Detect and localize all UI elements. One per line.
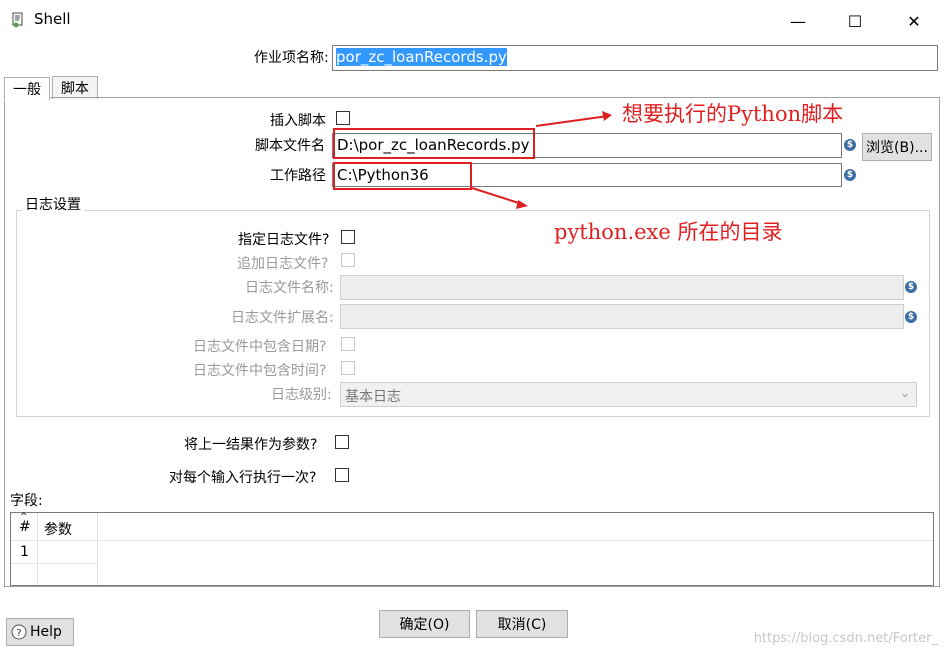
- specify-log-file-label: 指定日志文件?: [238, 232, 330, 248]
- log-settings-title: 日志设置: [22, 194, 84, 214]
- cancel-button[interactable]: 取消(C): [476, 610, 568, 638]
- log-file-ext-input[interactable]: [340, 304, 904, 329]
- chevron-down-icon: ⌄: [899, 386, 910, 400]
- table-row-number: 1: [20, 544, 29, 560]
- minimize-button[interactable]: —: [775, 8, 821, 34]
- tab-script-label: 脚本: [61, 81, 89, 97]
- row-divider: [11, 563, 97, 564]
- prev-result-as-args-checkbox[interactable]: [335, 435, 349, 449]
- exec-each-row-checkbox[interactable]: [335, 468, 349, 482]
- minimize-icon: —: [790, 11, 806, 31]
- include-date-label: 日志文件中包含日期?: [193, 339, 327, 355]
- cancel-button-label: 取消(C): [497, 617, 547, 633]
- fields-label: 字段:: [10, 493, 43, 509]
- script-file-highlight: [333, 128, 535, 159]
- tab-script[interactable]: 脚本: [52, 76, 98, 99]
- close-button[interactable]: ✕: [891, 8, 937, 34]
- log-level-label: 日志级别:: [271, 387, 332, 403]
- include-time-label: 日志文件中包含时间?: [193, 363, 327, 379]
- work-dir-label: 工作路径: [270, 168, 326, 184]
- job-name-value: por_zc_loanRecords.py: [336, 48, 507, 66]
- column-header-param[interactable]: 参数: [44, 519, 72, 539]
- job-name-label: 作业项名称:: [254, 50, 329, 66]
- watermark: https://blog.csdn.net/Forter_: [753, 631, 938, 646]
- log-level-select[interactable]: 基本日志 ⌄: [340, 382, 917, 407]
- append-log-file-checkbox[interactable]: [341, 253, 355, 267]
- dollar-variable-icon[interactable]: $: [905, 311, 917, 323]
- exec-each-row-label: 对每个输入行执行一次?: [169, 470, 317, 486]
- ok-button[interactable]: 确定(O): [379, 610, 470, 638]
- maximize-icon: ☐: [847, 11, 863, 31]
- dollar-variable-icon[interactable]: $: [844, 139, 856, 151]
- header-divider: [11, 540, 933, 541]
- maximize-button[interactable]: ☐: [832, 8, 878, 34]
- browse-button[interactable]: 浏览(B)...: [862, 133, 932, 161]
- dollar-variable-icon[interactable]: $: [844, 169, 856, 181]
- close-icon: ✕: [907, 11, 921, 31]
- work-dir-highlight: [333, 162, 472, 190]
- ok-button-label: 确定(O): [399, 617, 450, 633]
- prev-result-as-args-label: 将上一结果作为参数?: [184, 437, 318, 453]
- log-file-ext-label: 日志文件扩展名:: [231, 310, 334, 326]
- sort-up-icon: ^: [20, 512, 28, 522]
- job-name-input[interactable]: por_zc_loanRecords.py: [332, 45, 938, 71]
- tab-general[interactable]: 一般: [4, 77, 50, 101]
- help-button[interactable]: ? Help: [6, 618, 74, 646]
- title-bar: Shell — ☐ ✕: [0, 0, 950, 40]
- dollar-variable-icon[interactable]: $: [905, 281, 917, 293]
- help-button-label: Help: [30, 624, 62, 640]
- log-file-name-label: 日志文件名称:: [245, 280, 334, 296]
- script-file-label: 脚本文件名: [255, 138, 325, 154]
- include-time-checkbox[interactable]: [341, 361, 355, 375]
- help-icon: ?: [11, 624, 27, 640]
- insert-script-checkbox[interactable]: [336, 111, 350, 125]
- browse-button-label: 浏览(B)...: [866, 140, 928, 156]
- insert-script-label: 插入脚本: [270, 113, 326, 129]
- specify-log-file-checkbox[interactable]: [341, 230, 355, 244]
- shell-script-icon: [12, 12, 23, 28]
- log-file-name-input[interactable]: [340, 275, 904, 300]
- script-note-annotation: 想要执行的Python脚本: [622, 102, 844, 126]
- window-title: Shell: [34, 10, 71, 28]
- svg-text:?: ?: [16, 628, 21, 639]
- fields-table[interactable]: # ^ 参数 1: [10, 512, 934, 586]
- append-log-file-label: 追加日志文件?: [237, 256, 329, 272]
- log-level-value: 基本日志: [345, 389, 401, 405]
- include-date-checkbox[interactable]: [341, 337, 355, 351]
- tab-general-label: 一般: [13, 82, 41, 98]
